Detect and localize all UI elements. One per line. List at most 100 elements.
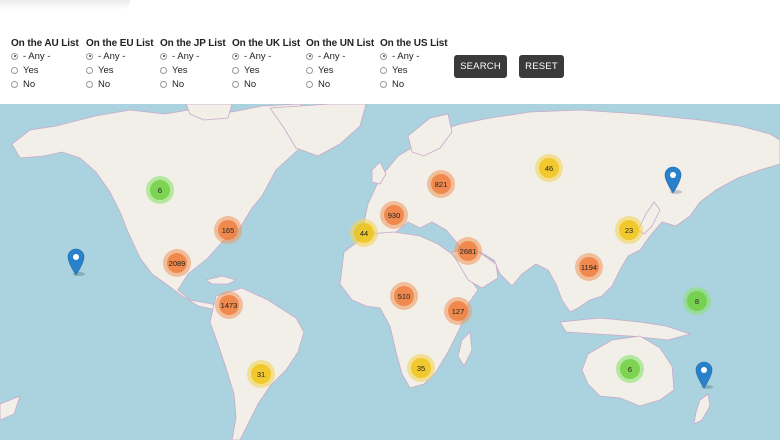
cluster-count: 8	[687, 291, 707, 311]
cluster-marker[interactable]: 1473	[215, 291, 243, 319]
filter-bar: On the AU List - Any - Yes No On the EU …	[0, 0, 780, 104]
radio-option-no[interactable]: No	[11, 77, 79, 91]
radio-option-no[interactable]: No	[86, 77, 154, 91]
cluster-marker[interactable]: 127	[444, 297, 472, 325]
cluster-count: 23	[619, 220, 639, 240]
filter-title: On the UN List	[306, 38, 375, 49]
radio-icon[interactable]	[11, 80, 18, 88]
radio-checked-icon[interactable]	[11, 52, 18, 60]
radio-option-yes[interactable]: Yes	[232, 63, 300, 77]
cluster-marker[interactable]: 44	[350, 219, 378, 247]
option-label: No	[98, 78, 111, 90]
cluster-count: 2681	[458, 241, 478, 261]
cluster-marker[interactable]: 821	[427, 170, 455, 198]
radio-option-any[interactable]: - Any -	[11, 49, 79, 63]
land-layer	[0, 104, 780, 440]
option-label: - Any -	[23, 50, 51, 62]
option-label: Yes	[318, 64, 334, 76]
radio-icon[interactable]	[380, 80, 387, 88]
cluster-count: 930	[384, 205, 404, 225]
radio-option-no[interactable]: No	[380, 77, 448, 91]
radio-option-yes[interactable]: Yes	[160, 63, 226, 77]
option-label: - Any -	[172, 50, 200, 62]
filter-title: On the US List	[380, 38, 448, 49]
radio-option-no[interactable]: No	[232, 77, 300, 91]
option-label: - Any -	[244, 50, 272, 62]
option-label: No	[244, 78, 257, 90]
radio-checked-icon[interactable]	[306, 52, 313, 60]
radio-icon[interactable]	[160, 66, 167, 74]
search-button[interactable]: SEARCH	[454, 55, 507, 78]
cluster-count: 821	[431, 174, 451, 194]
radio-option-no[interactable]: No	[306, 77, 374, 91]
filter-jp-list: On the JP List - Any - Yes No	[160, 38, 226, 91]
map-pin-icon[interactable]	[695, 361, 713, 389]
cluster-count: 46	[539, 158, 559, 178]
cluster-marker[interactable]: 8	[683, 287, 711, 315]
map-pin-icon[interactable]	[664, 166, 682, 194]
radio-checked-icon[interactable]	[86, 52, 93, 60]
radio-icon[interactable]	[306, 66, 313, 74]
radio-icon[interactable]	[160, 80, 167, 88]
cluster-marker[interactable]: 23	[615, 216, 643, 244]
radio-icon[interactable]	[232, 66, 239, 74]
cluster-count: 127	[448, 301, 468, 321]
radio-icon[interactable]	[86, 66, 93, 74]
cluster-marker[interactable]: 6	[616, 355, 644, 383]
option-label: - Any -	[98, 50, 126, 62]
option-label: Yes	[98, 64, 114, 76]
radio-checked-icon[interactable]	[380, 52, 387, 60]
cluster-marker[interactable]: 2681	[454, 237, 482, 265]
cluster-count: 165	[218, 220, 238, 240]
cluster-count: 1194	[579, 257, 599, 277]
option-label: - Any -	[392, 50, 420, 62]
radio-option-any[interactable]: - Any -	[232, 49, 300, 63]
radio-option-yes[interactable]: Yes	[86, 63, 154, 77]
radio-icon[interactable]	[11, 66, 18, 74]
cluster-marker[interactable]: 31	[247, 360, 275, 388]
cluster-count: 44	[354, 223, 374, 243]
cluster-marker[interactable]: 165	[214, 216, 242, 244]
radio-option-any[interactable]: - Any -	[380, 49, 448, 63]
radio-icon[interactable]	[232, 80, 239, 88]
radio-option-no[interactable]: No	[160, 77, 226, 91]
radio-option-yes[interactable]: Yes	[380, 63, 448, 77]
radio-option-yes[interactable]: Yes	[11, 63, 79, 77]
reset-button[interactable]: RESET	[519, 55, 564, 78]
option-label: No	[172, 78, 185, 90]
cluster-marker[interactable]: 6	[146, 176, 174, 204]
top-shadow	[0, 0, 130, 10]
option-label: Yes	[244, 64, 260, 76]
filter-us-list: On the US List - Any - Yes No	[380, 38, 448, 91]
option-label: Yes	[23, 64, 39, 76]
radio-option-any[interactable]: - Any -	[306, 49, 374, 63]
cluster-count: 6	[620, 359, 640, 379]
radio-icon[interactable]	[380, 66, 387, 74]
filter-eu-list: On the EU List - Any - Yes No	[86, 38, 154, 91]
radio-checked-icon[interactable]	[160, 52, 167, 60]
radio-checked-icon[interactable]	[232, 52, 239, 60]
north-america	[11, 104, 321, 323]
cluster-marker[interactable]: 510	[390, 282, 418, 310]
world-map[interactable]: 6 165 2089 1473 31 44 930 821 46 2681 51…	[0, 104, 780, 440]
option-label: Yes	[172, 64, 188, 76]
cluster-marker[interactable]: 46	[535, 154, 563, 182]
cluster-count: 2089	[167, 253, 187, 273]
cluster-marker[interactable]: 2089	[163, 249, 191, 277]
radio-icon[interactable]	[306, 80, 313, 88]
cluster-marker[interactable]: 1194	[575, 253, 603, 281]
filter-uk-list: On the UK List - Any - Yes No	[232, 38, 300, 91]
radio-option-any[interactable]: - Any -	[86, 49, 154, 63]
cluster-count: 31	[251, 364, 271, 384]
option-label: No	[392, 78, 405, 90]
radio-icon[interactable]	[86, 80, 93, 88]
radio-option-any[interactable]: - Any -	[160, 49, 226, 63]
cluster-marker[interactable]: 35	[407, 354, 435, 382]
cluster-marker[interactable]: 930	[380, 201, 408, 229]
option-label: - Any -	[318, 50, 346, 62]
filter-au-list: On the AU List - Any - Yes No	[11, 38, 79, 91]
filter-title: On the JP List	[160, 38, 226, 49]
map-pin-icon[interactable]	[67, 248, 85, 276]
radio-option-yes[interactable]: Yes	[306, 63, 374, 77]
option-label: No	[318, 78, 331, 90]
